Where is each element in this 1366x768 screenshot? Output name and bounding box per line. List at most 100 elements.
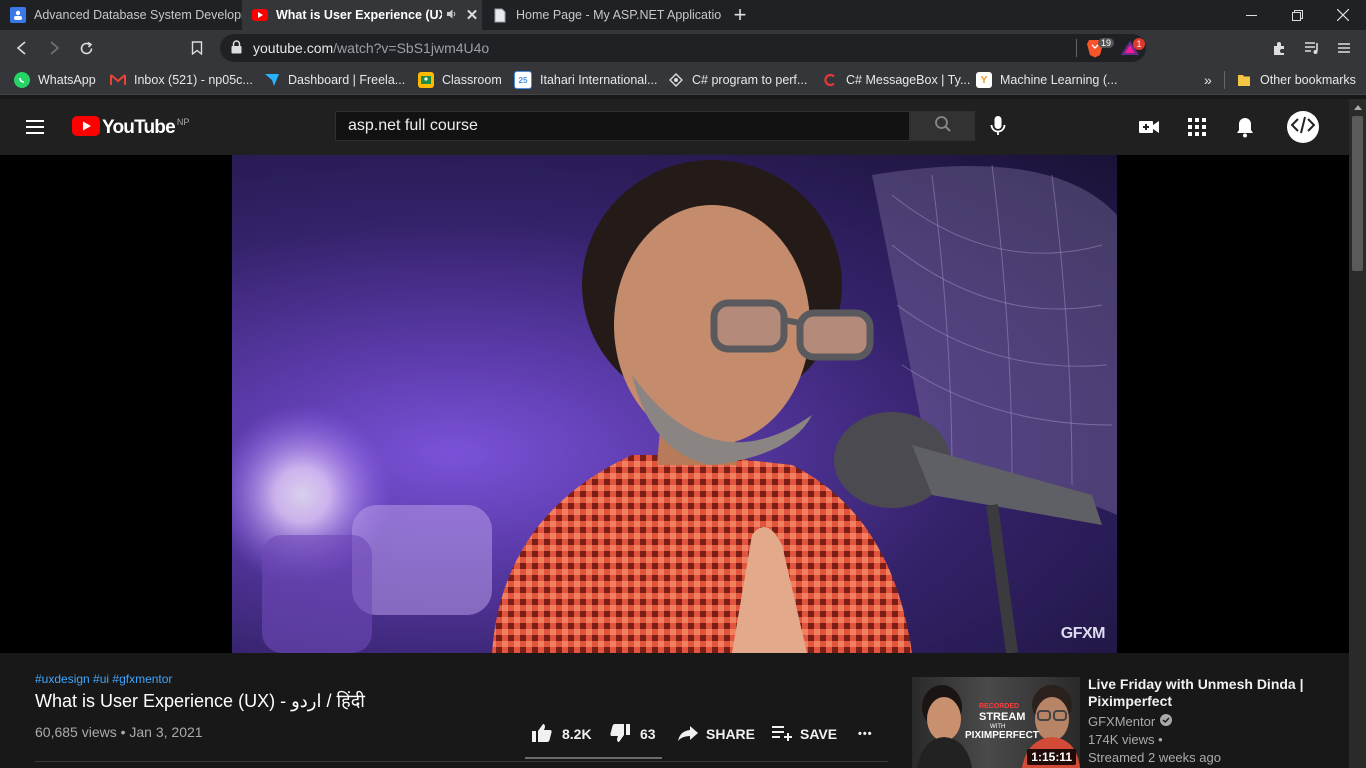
dislike-count: 63 [640, 726, 656, 742]
bookmark-inbox[interactable]: Inbox (521) - np05c... [110, 66, 253, 94]
tab-home-page[interactable]: Home Page - My ASP.NET Application [482, 0, 722, 30]
lock-icon[interactable] [231, 40, 242, 59]
related-views: 174K views • [1088, 732, 1163, 747]
video-frame[interactable]: GFXM [232, 155, 1117, 653]
url-text[interactable]: youtube.com/watch?v=SbS1jwm4U4o [253, 40, 489, 56]
forward-icon[interactable] [38, 30, 70, 66]
close-window-button[interactable] [1320, 0, 1366, 30]
more-actions-button[interactable]: ••• [858, 722, 873, 746]
avatar[interactable] [1287, 111, 1319, 143]
ycombinator-icon: Y [976, 72, 992, 88]
youtube-play-icon [72, 115, 100, 141]
tab-title: Advanced Database System Developm [34, 8, 242, 22]
related-channel-name: GFXMentor [1088, 714, 1156, 729]
bookmark-machine-learning[interactable]: Y Machine Learning (... [976, 66, 1117, 94]
csharpcorner-icon [822, 72, 838, 88]
whatsapp-icon [14, 72, 30, 88]
thumbs-up-icon [530, 721, 554, 748]
thumb-text-piximperfect: PIXIMPERFECT [965, 730, 1039, 741]
related-video-thumbnail[interactable]: RECORDED STREAM WITH PIXIMPERFECT 1:15:1… [912, 677, 1080, 768]
more-bookmarks-label: » [1204, 72, 1212, 88]
video-hashtags[interactable]: #uxdesign #ui #gfxmentor [35, 672, 172, 686]
media-queue-icon[interactable] [1296, 30, 1328, 66]
classroom-favicon-icon [10, 7, 26, 23]
related-video-title[interactable]: Live Friday with Unmesh Dinda | Piximper… [1088, 676, 1328, 710]
search-input[interactable]: asp.net full course [335, 111, 910, 141]
bookmark-label: Machine Learning (... [1000, 73, 1118, 87]
thumb-text-stream: STREAM [979, 711, 1026, 723]
extensions-icon[interactable] [1264, 30, 1296, 66]
related-channel[interactable]: GFXMentor [1088, 714, 1173, 729]
shield-count-badge: 19 [1098, 38, 1115, 48]
region-code: NP [176, 117, 190, 127]
bookmark-itahari[interactable]: 25 Itahari International... [514, 66, 657, 94]
new-tab-label: + [733, 2, 747, 27]
video-scene-image [232, 160, 1117, 653]
menu-icon[interactable] [1328, 30, 1360, 66]
scrollbar-thumb[interactable] [1352, 116, 1363, 271]
add-to-playlist-icon [770, 721, 794, 748]
back-icon[interactable] [6, 30, 38, 66]
bookmark-label: Other bookmarks [1260, 73, 1356, 87]
hamburger-menu-icon[interactable] [24, 115, 46, 144]
search-query-text: asp.net full course [348, 117, 478, 134]
related-streamed-time: Streamed 2 weeks ago [1088, 750, 1221, 765]
thumb-text-recorded: RECORDED [979, 703, 1020, 710]
youtube-logo[interactable]: YouTube NP [72, 115, 190, 141]
bookmark-csharp-program[interactable]: C# program to perf... [668, 66, 807, 94]
address-divider [1076, 39, 1077, 57]
classroom-icon [418, 72, 434, 88]
freelancer-icon [264, 72, 280, 88]
video-views-date: 60,685 views • Jan 3, 2021 [35, 724, 203, 740]
save-label: SAVE [800, 726, 838, 742]
search-button[interactable] [910, 111, 975, 141]
gear-icon [668, 72, 684, 88]
save-button[interactable]: SAVE [770, 722, 837, 746]
url-host: youtube.com [253, 40, 334, 56]
code-avatar-icon [1290, 116, 1316, 139]
page-favicon-icon [492, 7, 508, 23]
bookmark-label: C# MessageBox | Ty... [846, 73, 971, 87]
more-bookmarks-button[interactable]: » [1204, 66, 1212, 94]
thumbs-down-icon [608, 721, 632, 748]
bookmark-label: WhatsApp [38, 73, 96, 87]
calendar-icon: 25 [514, 71, 532, 89]
reload-icon[interactable] [70, 30, 102, 66]
like-button[interactable]: 8.2K [530, 722, 592, 746]
close-tab-icon[interactable]: ✕ [462, 6, 482, 24]
bookmark-dashboard[interactable]: Dashboard | Freela... [264, 66, 405, 94]
youtube-favicon-icon [252, 7, 268, 23]
bookmark-whatsapp[interactable]: WhatsApp [14, 66, 96, 94]
tab-advanced-database[interactable]: Advanced Database System Developm [0, 0, 242, 30]
youtube-wordmark: YouTube [102, 117, 176, 138]
tab-youtube-ux[interactable]: What is User Experience (UX) ✕ [242, 0, 482, 30]
gmail-icon [110, 72, 126, 88]
apps-grid-icon[interactable] [1185, 115, 1209, 144]
bookmark-label: Inbox (521) - np05c... [134, 73, 253, 87]
bookmark-classroom[interactable]: Classroom [418, 66, 502, 94]
bookmark-divider [1224, 71, 1225, 89]
notifications-bell-icon[interactable] [1233, 115, 1257, 144]
bookmark-icon[interactable] [181, 30, 213, 66]
tab-title: Home Page - My ASP.NET Application [516, 8, 722, 22]
divider [35, 761, 888, 762]
new-tab-button[interactable]: + [726, 0, 754, 30]
like-count: 8.2K [562, 726, 592, 742]
other-bookmarks-folder[interactable]: Other bookmarks [1236, 66, 1356, 94]
create-video-icon[interactable] [1137, 115, 1161, 144]
restore-button[interactable] [1274, 0, 1320, 30]
bookmark-messagebox[interactable]: C# MessageBox | Ty... [822, 66, 970, 94]
bookmark-label: Classroom [442, 73, 502, 87]
share-arrow-icon [676, 721, 700, 748]
sentiment-bar [525, 757, 662, 759]
tab-title: What is User Experience (UX) [276, 8, 442, 22]
microphone-icon[interactable] [988, 114, 1008, 143]
channel-watermark: GFXM [1060, 625, 1106, 642]
minimize-button[interactable] [1228, 0, 1274, 30]
dislike-button[interactable]: 63 [608, 722, 656, 746]
scroll-up-arrow-icon[interactable] [1352, 101, 1363, 113]
folder-icon [1236, 72, 1252, 88]
speaker-icon[interactable] [442, 7, 462, 24]
bookmark-label: C# program to perf... [692, 73, 808, 87]
share-button[interactable]: SHARE [676, 722, 755, 746]
